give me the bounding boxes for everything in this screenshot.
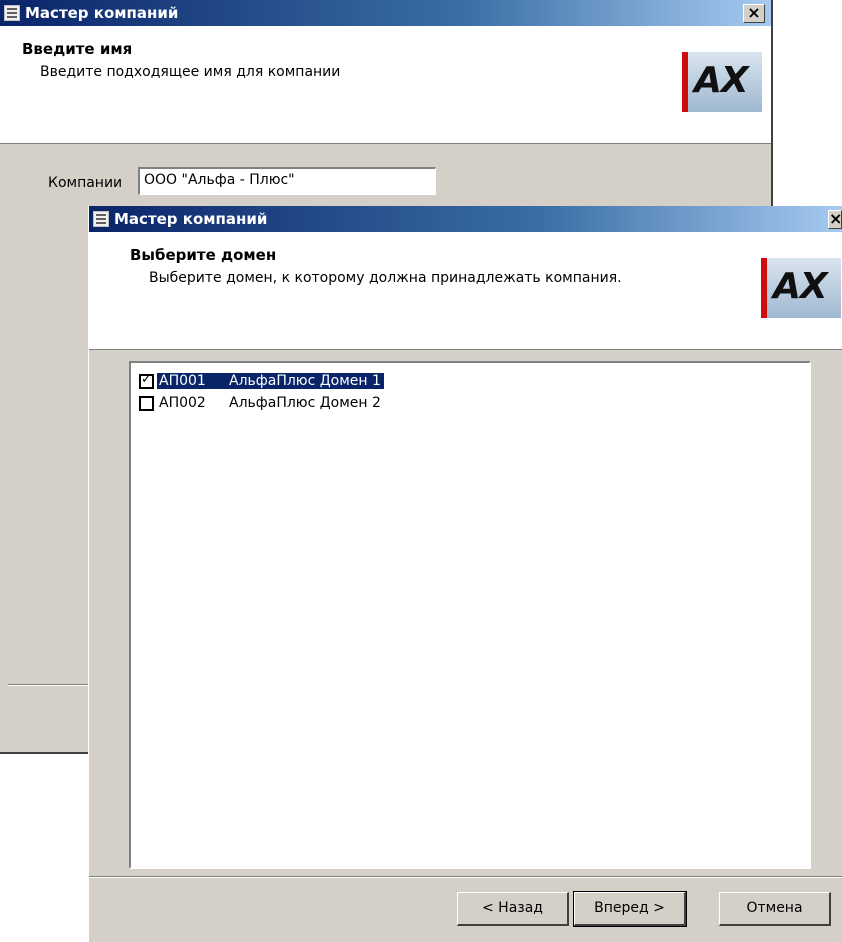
title-bar[interactable]: Мастер компаний × [0, 0, 771, 26]
close-icon[interactable]: × [743, 3, 765, 23]
checkbox-checked-icon[interactable] [139, 372, 154, 389]
step-title: Введите имя [22, 40, 133, 58]
window-app-icon [93, 211, 109, 227]
logo-text: AX [694, 60, 749, 101]
step-subtitle: Введите подходящее имя для компании [40, 64, 341, 80]
domain-item-text[interactable]: АП001 АльфаПлюс Домен 1 [157, 373, 384, 389]
domain-code: АП002 [159, 395, 206, 411]
next-button[interactable]: Вперед > [573, 891, 687, 927]
title-bar[interactable]: Мастер компаний × [89, 206, 842, 232]
close-icon[interactable]: × [828, 209, 842, 229]
cancel-button[interactable]: Отмена [719, 892, 831, 926]
footer-separator [89, 876, 842, 878]
company-wizard-window-domain: Мастер компаний × Выберите домен Выберит… [88, 206, 842, 942]
logo-red-bar [761, 258, 767, 318]
domain-name: АльфаПлюс Домен 2 [229, 395, 381, 411]
domain-name: АльфаПлюс Домен 1 [229, 373, 381, 389]
domain-list[interactable]: АП001 АльфаПлюс Домен 1 АП002 АльфаПлюс … [129, 361, 811, 869]
domain-code: АП001 [159, 373, 206, 389]
wizard-header: Введите имя Введите подходящее имя для к… [0, 26, 771, 144]
step-subtitle: Выберите домен, к которому должна принад… [149, 270, 622, 286]
logo-text: AX [773, 266, 828, 307]
checkbox-unchecked-icon[interactable] [139, 395, 154, 411]
company-name-input[interactable]: ООО "Альфа - Плюс" [138, 167, 436, 195]
ax-logo-icon: AX [682, 52, 762, 112]
window-title: Мастер компаний [25, 4, 179, 22]
window-app-icon [4, 5, 20, 21]
logo-red-bar [682, 52, 688, 112]
back-button[interactable]: < Назад [457, 892, 569, 926]
domain-item-text[interactable]: АП002 АльфаПлюс Домен 2 [157, 395, 384, 411]
domain-list-item[interactable]: АП001 АльфаПлюс Домен 1 [139, 371, 384, 391]
domain-list-item[interactable]: АП002 АльфаПлюс Домен 2 [139, 393, 384, 413]
wizard-header: Выберите домен Выберите домен, к котором… [89, 232, 842, 350]
step-title: Выберите домен [130, 246, 277, 264]
company-name-label: Компании [48, 175, 123, 191]
window-title: Мастер компаний [114, 210, 268, 228]
ax-logo-icon: AX [761, 258, 841, 318]
